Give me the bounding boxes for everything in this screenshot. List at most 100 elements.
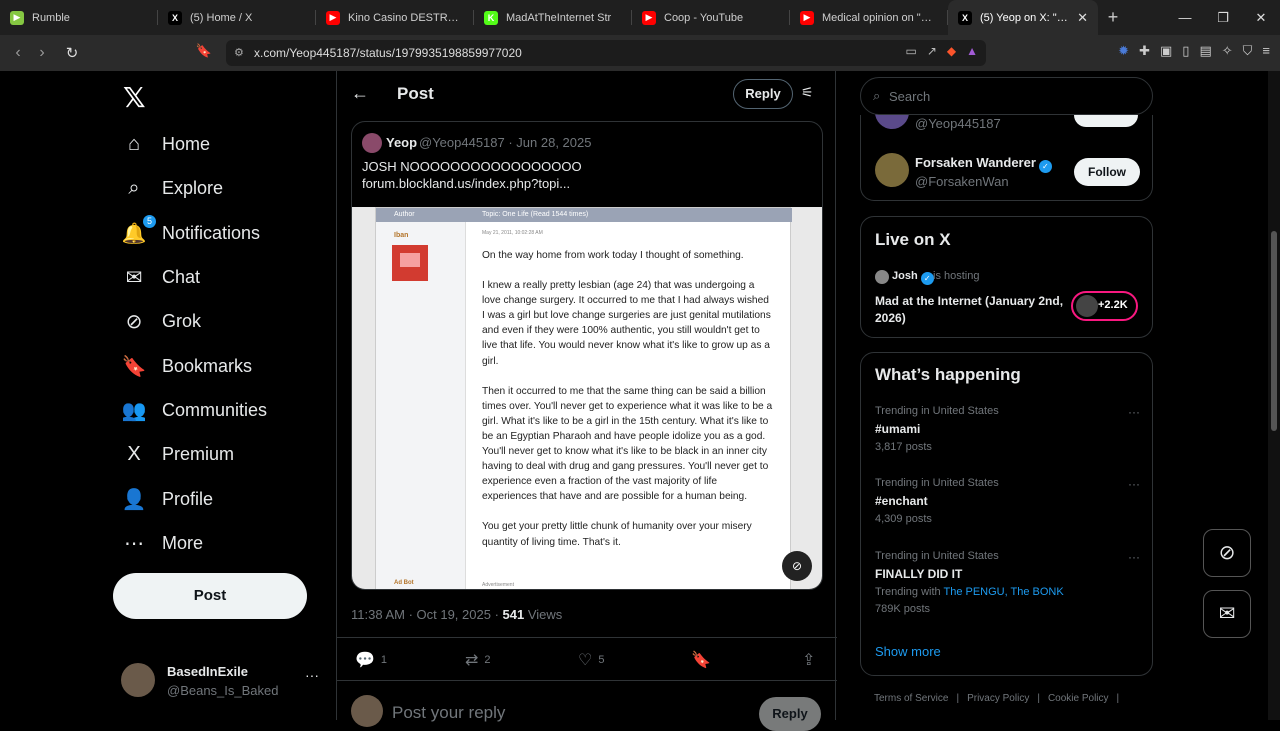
browser-tab[interactable]: X (5) Yeop on X: "@Fors ✕	[948, 0, 1098, 35]
repost-icon: ⇄	[465, 652, 479, 669]
sidebar-item-label: Home	[162, 133, 211, 154]
browser-tab[interactable]: ▶ Kino Casino DESTROYS	[316, 0, 474, 35]
footer-link[interactable]: Privacy Policy	[967, 693, 1029, 704]
like-action[interactable]: ♡ 5	[578, 650, 604, 670]
browser-tab[interactable]: X (5) Home / X	[158, 0, 316, 35]
x-logo-icon[interactable]: 𝕏	[123, 81, 146, 114]
reply-input[interactable]: Post your reply	[392, 703, 505, 723]
url-field[interactable]: ⚙ x.com/Yeop445187/status/19799351988599…	[226, 40, 986, 66]
trend-item[interactable]: Trending in United States FINALLY DID IT T…	[875, 550, 1140, 615]
share-action[interactable]: ⇪	[802, 650, 821, 670]
cast-icon[interactable]: ▭	[905, 44, 916, 58]
follow-handle[interactable]: @Yeop445187	[915, 116, 1001, 131]
more-dots-icon[interactable]: ···	[1128, 477, 1140, 491]
back-arrow-icon[interactable]: ←	[351, 83, 369, 104]
site-settings-icon[interactable]: ⚙	[234, 46, 244, 59]
tab-close-icon[interactable]: ✕	[1077, 10, 1088, 26]
vpn-icon[interactable]: ⛉	[1243, 43, 1253, 59]
back-nav-icon[interactable]: ‹	[6, 44, 30, 62]
post-button[interactable]: Post	[113, 573, 307, 619]
menu-icon[interactable]: ≡	[1262, 43, 1270, 59]
trend-with-link[interactable]: The PENGU, The BONK	[943, 586, 1063, 598]
browser-tab[interactable]: ▶ Coop - YouTube	[632, 0, 790, 35]
grok-float-button[interactable]: ⊘	[1203, 529, 1251, 577]
minimize-icon[interactable]: —	[1166, 0, 1204, 35]
sidebar-item-label: Communities	[162, 399, 268, 420]
reply-submit-button[interactable]: Reply	[759, 697, 821, 731]
x-premium-icon: X	[127, 442, 141, 465]
sidebar-toggle-icon[interactable]: ▯	[1182, 43, 1189, 59]
reader-icon[interactable]: ▣	[1160, 43, 1172, 59]
sidebar-item-communities[interactable]: 👥 Communities	[121, 388, 267, 432]
search-input[interactable]	[889, 86, 1129, 106]
more-dots-icon[interactable]: ···	[1128, 405, 1140, 419]
sidebar-item-home[interactable]: ⌂ Home	[121, 122, 210, 166]
trend-item[interactable]: Trending in United States #enchant 4,309 p…	[875, 477, 1140, 525]
wallet-icon[interactable]: ▤	[1199, 43, 1211, 59]
live-show-title[interactable]: Mad at the Internet (January 2nd, 2026)	[875, 293, 1065, 327]
avatar	[351, 695, 383, 727]
live-listeners-pill[interactable]: +2.2K	[1071, 291, 1138, 321]
search-icon: ⌕	[128, 176, 140, 199]
account-switcher[interactable]: BasedInExile @Beans_Is_Baked ···	[121, 661, 321, 701]
restore-icon[interactable]: ❐	[1204, 0, 1242, 35]
header-reply-button[interactable]: Reply	[733, 79, 793, 109]
sidebar-item-chat[interactable]: ✉ Chat	[121, 255, 200, 299]
sidebar-item-explore[interactable]: ⌕ Explore	[121, 166, 223, 210]
grok-image-icon[interactable]: ⊘	[782, 551, 812, 581]
tab-title: (5) Yeop on X: "@Fors	[980, 11, 1069, 24]
tab-favicon-icon: ▶	[800, 10, 814, 25]
bookmark-page-icon[interactable]: 🔖	[192, 43, 216, 59]
forum-date: May 21, 2011, 10:02:28 AM	[482, 230, 543, 236]
search-box[interactable]: ⌕	[860, 77, 1153, 115]
leo-ai-icon[interactable]: ✧	[1222, 43, 1233, 59]
views-count: 541	[502, 607, 525, 622]
reply-action[interactable]: 💬 1	[355, 650, 387, 670]
avatar[interactable]	[875, 153, 909, 187]
tab-title: Medical opinion on "Cyra	[822, 11, 938, 24]
sidebar-item-profile[interactable]: 👤 Profile	[121, 477, 213, 521]
puzzle-icon[interactable]: ✚	[1139, 43, 1150, 59]
sidebar-item-grok[interactable]: ⊘ Grok	[121, 299, 201, 343]
browser-tab[interactable]: ▶ Medical opinion on "Cyra	[790, 0, 948, 35]
share-icon[interactable]: ↗	[927, 44, 937, 58]
footer-link[interactable]: Terms of Service	[874, 693, 948, 704]
browser-tab[interactable]: ▶ Rumble	[0, 0, 158, 35]
trend-item[interactable]: Trending in United States #umami 3,817 pos…	[875, 405, 1140, 453]
scroll-thumb[interactable]	[1271, 231, 1277, 431]
reload-icon[interactable]: ↻	[60, 44, 84, 62]
verified-badge-icon: ✓	[920, 272, 934, 285]
quoted-post[interactable]: Yeop @Yeop445187 · Jun 28, 2025 JOSH NOO…	[351, 121, 823, 590]
sidebar-item-bookmarks[interactable]: 🔖 Bookmarks	[121, 344, 252, 388]
brave-rewards-icon[interactable]: ▲	[966, 44, 978, 58]
messages-float-button[interactable]: ✉	[1203, 590, 1251, 638]
sliders-icon[interactable]: ⚟	[801, 84, 814, 101]
forward-nav-icon[interactable]: ›	[30, 44, 54, 62]
more-dots-icon[interactable]: ···	[1128, 550, 1140, 564]
page-scrollbar[interactable]	[1268, 71, 1280, 720]
follow-button[interactable]: Follow	[1074, 158, 1140, 186]
follow-name[interactable]: Forsaken Wanderer ✓	[915, 155, 1052, 173]
footer-link[interactable]: Cookie Policy	[1048, 693, 1109, 704]
brave-shield-icon[interactable]: ◆	[947, 44, 956, 58]
bookmark-icon: 🔖	[121, 355, 147, 378]
follow-button[interactable]	[1074, 115, 1138, 127]
more-dots-icon[interactable]: ···	[305, 667, 319, 683]
repost-count: 2	[484, 654, 491, 666]
tab-title: (5) Home / X	[190, 11, 253, 24]
quote-image[interactable]: Author Topic: One Life (Read 1544 times)…	[352, 207, 822, 589]
trend-with-label: Trending with	[875, 586, 944, 598]
new-tab-icon[interactable]: +	[1098, 7, 1128, 28]
sidebar-item-notifications[interactable]: 🔔 5 Notifications	[121, 211, 260, 255]
quote-link[interactable]: forum.blockland.us/index.php?topi...	[362, 175, 582, 192]
bookmark-action[interactable]: 🔖	[691, 650, 717, 670]
extension-icon[interactable]: ✹	[1118, 43, 1129, 59]
repost-action[interactable]: ⇄ 2	[465, 650, 491, 670]
close-window-icon[interactable]: ✕	[1242, 0, 1280, 35]
sidebar-item-more[interactable]: ⋯ More	[121, 521, 203, 565]
show-more-link[interactable]: Show more	[875, 644, 941, 659]
sidebar-item-premium[interactable]: X Premium	[121, 432, 234, 476]
browser-tab[interactable]: K MadAtTheInternet Str	[474, 0, 632, 35]
follow-name-text: Forsaken Wanderer	[915, 155, 1036, 170]
who-to-follow: @Yeop445187 Forsaken Wanderer ✓ @Forsaken…	[860, 111, 1153, 201]
